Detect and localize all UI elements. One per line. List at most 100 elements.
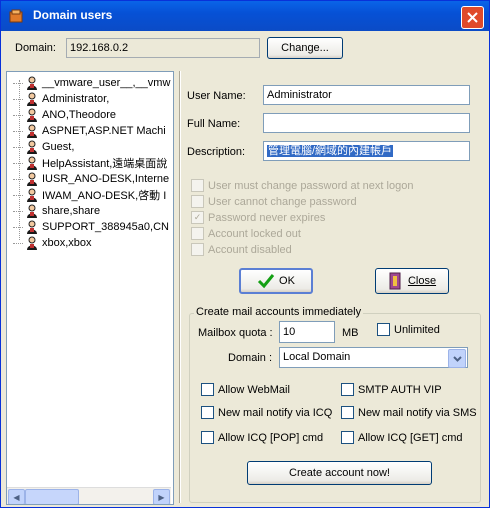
user-name-field[interactable]: Administrator [263,85,470,105]
user-list-item-label: IUSR_ANO-DESK,Interne [42,173,170,185]
user-list-item[interactable]: share,share [13,203,100,219]
quota-unit: MB [342,327,359,339]
user-list-item-label: Administrator, [42,93,110,105]
close-label: Close [407,275,437,287]
unlimited-box[interactable] [377,323,390,336]
allow-icq-get-box[interactable] [341,431,354,444]
account-option-checkbox[interactable]: ✓ Password never expires [191,211,325,224]
user-name-label: User Name: [187,90,246,102]
allow-webmail-checkbox[interactable]: Allow WebMail [201,383,290,396]
close-button[interactable]: Close [375,268,449,294]
user-icon [27,108,37,122]
window-close-button[interactable] [461,6,484,29]
tree-branch [13,82,23,84]
checkmark-icon [257,274,275,289]
allow-icq-get-label: Allow ICQ [GET] cmd [358,431,463,444]
scroll-left-icon[interactable]: ◀ [8,489,25,504]
tree-branch [13,130,23,132]
allow-icq-get-checkbox[interactable]: Allow ICQ [GET] cmd [341,431,463,444]
unlimited-checkbox[interactable]: Unlimited [377,323,440,336]
account-option-label: Account locked out [208,227,301,240]
scroll-thumb[interactable] [25,489,79,504]
user-list-item[interactable]: HelpAssistant,遠端桌面說 [13,155,167,171]
account-option-label: Account disabled [208,243,292,256]
user-list-item-label: IWAM_ANO-DESK,啓動 I [42,190,167,202]
panel-divider [179,71,181,503]
exit-door-icon [389,272,401,290]
account-option-box[interactable]: ✓ [191,211,204,224]
user-list-item-label: xbox,xbox [42,237,92,249]
tree-branch [13,98,23,100]
tree-branch [13,210,23,212]
user-list-item[interactable]: IUSR_ANO-DESK,Interne [13,171,169,187]
account-option-checkbox[interactable]: Account disabled [191,243,292,256]
full-name-field[interactable] [263,113,470,133]
quota-label: Mailbox quota : [198,327,273,339]
allow-icq-pop-checkbox[interactable]: Allow ICQ [POP] cmd [201,431,323,444]
window-title: Domain users [33,8,113,22]
user-list-item-label: Guest, [42,141,75,153]
user-list-item-label: __vmware_user__,__vmw [42,77,171,89]
account-option-box[interactable] [191,195,204,208]
title-bar[interactable]: Domain users [1,1,489,31]
account-option-box[interactable] [191,243,204,256]
scroll-right-icon[interactable]: ▶ [153,489,170,504]
allow-webmail-box[interactable] [201,383,214,396]
create-account-button[interactable]: Create account now! [247,461,432,485]
account-option-checkbox[interactable]: User cannot change password [191,195,357,208]
user-list-item[interactable]: __vmware_user__,__vmw [13,75,170,91]
user-icon [27,188,37,202]
smtp-auth-checkbox[interactable]: SMTP AUTH VIP [341,383,442,396]
user-icon [27,204,37,218]
tree-branch [13,178,23,180]
notify-sms-checkbox[interactable]: New mail notify via SMS [341,406,477,419]
ok-button[interactable]: OK [239,268,313,294]
mail-group-title: Create mail accounts immediately [194,306,364,318]
user-list-item-label: SUPPORT_388945a0,CN [42,221,169,233]
notify-icq-checkbox[interactable]: New mail notify via ICQ [201,406,332,419]
smtp-auth-box[interactable] [341,383,354,396]
tree-branch [13,226,23,228]
domain-users-window: Domain users Domain: 192.168.0.2 Change.… [0,0,490,508]
account-option-label: Password never expires [208,211,326,224]
user-icon [27,220,37,234]
user-list-item[interactable]: Administrator, [13,91,109,107]
user-icon [27,76,37,90]
user-list[interactable]: __vmware_user__,__vmw Administrator, ANO,T… [6,71,174,505]
ok-label: OK [279,275,295,287]
user-list-item-label: ASPNET,ASP.NET Machi [42,125,166,137]
description-label: Description: [187,146,246,158]
user-list-item[interactable]: ANO,Theodore [13,107,116,123]
user-list-item[interactable]: xbox,xbox [13,235,92,251]
horizontal-scrollbar[interactable]: ◀ ▶ [7,487,171,504]
description-selected-text: 管理電腦/網域的內建帳戶 [267,145,394,157]
smtp-auth-label: SMTP AUTH VIP [358,383,442,396]
dropdown-button[interactable] [448,349,466,368]
user-list-item[interactable]: ASPNET,ASP.NET Machi [13,123,166,139]
chevron-down-icon [452,355,462,362]
user-list-item[interactable]: Guest, [13,139,74,155]
notify-icq-box[interactable] [201,406,214,419]
account-option-checkbox[interactable]: Account locked out [191,227,301,240]
user-list-item[interactable]: IWAM_ANO-DESK,啓動 I [13,187,166,203]
account-option-box[interactable] [191,179,204,192]
notify-sms-box[interactable] [341,406,354,419]
account-option-box[interactable] [191,227,204,240]
unlimited-label: Unlimited [394,323,440,336]
account-option-label: User must change password at next logon [208,179,414,192]
description-field[interactable]: 管理電腦/網域的內建帳戶 [263,141,470,161]
user-icon [27,140,37,154]
quota-field[interactable]: 10 [279,321,335,343]
change-domain-button[interactable]: Change... [267,37,343,59]
notify-sms-label: New mail notify via SMS [358,406,477,419]
tree-branch [13,162,23,164]
allow-icq-pop-box[interactable] [201,431,214,444]
user-icon [27,124,37,138]
account-option-checkbox[interactable]: User must change password at next logon [191,179,413,192]
domain-label: Domain: [15,42,56,54]
close-icon [467,12,478,23]
user-list-item[interactable]: SUPPORT_388945a0,CN [13,219,169,235]
window-app-icon [9,9,23,23]
mail-domain-select[interactable]: Local Domain [279,347,468,368]
domain-field: 192.168.0.2 [66,38,260,58]
